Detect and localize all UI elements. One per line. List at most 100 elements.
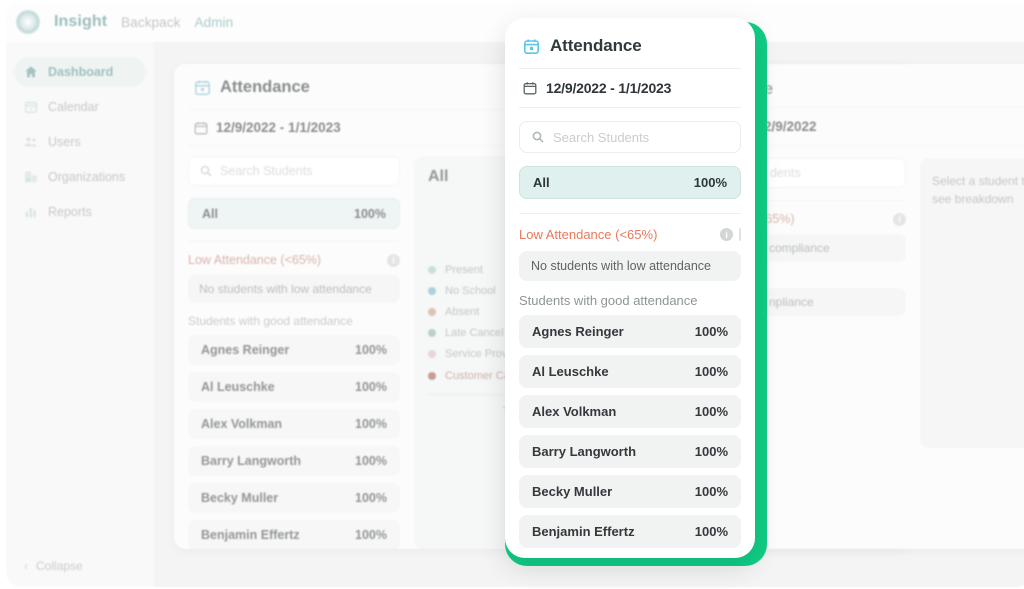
legend-swatch bbox=[428, 371, 436, 380]
sidebar-item-label: Dashboard bbox=[48, 65, 114, 79]
legend-label: Absent bbox=[445, 306, 480, 318]
legend-label: Present bbox=[445, 264, 483, 276]
background-panel-2-title: e bbox=[764, 80, 774, 98]
modal-student-list: Agnes Reinger 100% Al Leuschke 100% Alex… bbox=[519, 315, 741, 548]
insight-logo[interactable] bbox=[16, 10, 40, 34]
table-row[interactable]: Barry Langworth 100% bbox=[519, 435, 741, 468]
student-value: 100% bbox=[355, 343, 387, 357]
student-value: 100% bbox=[694, 524, 728, 539]
calendar-outline-icon bbox=[523, 81, 537, 95]
student-value: 100% bbox=[694, 404, 728, 419]
modal-title: Attendance bbox=[550, 36, 642, 55]
background-low-attendance-header: Low Attendance (<65%) i bbox=[188, 253, 400, 267]
student-value: 100% bbox=[694, 444, 728, 459]
search-icon bbox=[532, 131, 544, 143]
collapse-label: Collapse bbox=[36, 559, 83, 573]
screen-root: Insight Backpack Admin Dashboard Calenda… bbox=[0, 0, 1024, 589]
search-input[interactable]: Search Students bbox=[519, 121, 741, 153]
background-panel-2-search[interactable]: dents bbox=[758, 158, 906, 188]
sidebar-item-reports[interactable]: Reports bbox=[14, 197, 146, 227]
background-search-students-input[interactable]: Search Students bbox=[188, 156, 400, 186]
building-icon bbox=[24, 170, 38, 184]
student-name: Becky Muller bbox=[532, 484, 613, 499]
info-icon[interactable]: i bbox=[387, 253, 400, 267]
info-icon[interactable]: i bbox=[720, 228, 733, 241]
divider bbox=[758, 200, 906, 201]
student-name: Agnes Reinger bbox=[532, 324, 624, 339]
legend-label: Late Cancel bbox=[445, 327, 504, 339]
list-item[interactable]: Alex Volkman 100% bbox=[188, 409, 400, 439]
sidebar-item-label: Organizations bbox=[48, 170, 126, 184]
sidebar: Dashboard Calendar Users Organizations R… bbox=[6, 42, 154, 587]
background-panel-2-pill-1-text: compliance bbox=[769, 241, 830, 255]
modal-low-attendance-empty: No students with low attendance bbox=[519, 251, 741, 281]
background-low-attendance-empty-text: No students with low attendance bbox=[199, 282, 372, 296]
sidebar-item-users[interactable]: Users bbox=[14, 127, 146, 157]
list-item[interactable]: Agnes Reinger 100% bbox=[188, 335, 400, 365]
calendar-outline-icon bbox=[194, 121, 208, 135]
legend-swatch bbox=[428, 287, 436, 295]
sidebar-item-label: Users bbox=[48, 135, 81, 149]
list-item[interactable]: Benjamin Effertz 100% bbox=[188, 520, 400, 549]
bar-chart-icon bbox=[24, 205, 38, 219]
home-icon bbox=[24, 65, 38, 79]
modal-low-attendance-empty-text: No students with low attendance bbox=[531, 259, 711, 273]
nav-link-admin[interactable]: Admin bbox=[194, 15, 233, 30]
nav-link-backpack[interactable]: Backpack bbox=[121, 15, 180, 30]
sidebar-collapse-button[interactable]: ‹ Collapse bbox=[24, 559, 83, 573]
modal-all-row[interactable]: All 100% bbox=[519, 166, 741, 199]
student-value: 100% bbox=[694, 364, 728, 379]
table-row[interactable]: Al Leuschke 100% bbox=[519, 355, 741, 388]
modal-all-value: 100% bbox=[693, 175, 727, 190]
attendance-modal-wrapper: Attendance 12/9/2022 - 1/1/2023 Search S… bbox=[505, 18, 767, 566]
legend-label: No School bbox=[445, 285, 496, 297]
background-panel-2-pill-2: npliance bbox=[758, 288, 906, 316]
legend-swatch bbox=[428, 329, 436, 337]
modal-header: Attendance bbox=[519, 18, 741, 68]
student-value: 100% bbox=[355, 454, 387, 468]
search-placeholder: Search Students bbox=[553, 129, 650, 145]
brand-label[interactable]: Insight bbox=[54, 13, 107, 31]
attendance-modal: Attendance 12/9/2022 - 1/1/2023 Search S… bbox=[505, 18, 755, 558]
background-panel-2-date[interactable]: 2/9/2022 bbox=[758, 107, 1024, 146]
modal-date-range-value: 12/9/2022 - 1/1/2023 bbox=[546, 80, 672, 96]
student-value: 100% bbox=[694, 484, 728, 499]
background-panel-2-pill-1: compliance bbox=[758, 234, 906, 262]
student-name: Alex Volkman bbox=[532, 404, 617, 419]
modal-all-label: All bbox=[533, 175, 550, 190]
background-good-attendance-label: Students with good attendance bbox=[188, 314, 353, 328]
background-all-row[interactable]: All 100% bbox=[188, 198, 400, 229]
modal-date-range-picker[interactable]: 12/9/2022 - 1/1/2023 bbox=[519, 68, 741, 108]
scrollbar-thumb[interactable] bbox=[739, 228, 741, 241]
modal-good-attendance-label: Students with good attendance bbox=[519, 293, 698, 308]
background-panel-2-pill-2-text: npliance bbox=[769, 295, 814, 309]
student-value: 100% bbox=[355, 528, 387, 542]
background-panel-title: Attendance bbox=[220, 78, 310, 96]
legend-swatch bbox=[428, 266, 436, 274]
info-icon[interactable]: i bbox=[893, 212, 906, 226]
background-attendance-panel-2: e 2/9/2022 dents <65%) i compliance npli… bbox=[746, 64, 1024, 549]
calendar-icon bbox=[523, 38, 540, 55]
background-panel-2-empty-state: Select a student to see breakdown bbox=[920, 158, 1024, 448]
modal-low-attendance-header: Low Attendance (<65%) i bbox=[519, 227, 741, 242]
background-low-attendance-label: Low Attendance (<65%) bbox=[188, 253, 322, 267]
list-item[interactable]: Becky Muller 100% bbox=[188, 483, 400, 513]
student-name: Alex Volkman bbox=[201, 417, 283, 431]
background-panel-2-low-header: <65%) i bbox=[758, 212, 906, 226]
table-row[interactable]: Becky Muller 100% bbox=[519, 475, 741, 508]
list-item[interactable]: Barry Langworth 100% bbox=[188, 446, 400, 476]
legend-swatch bbox=[428, 350, 436, 359]
table-row[interactable]: Alex Volkman 100% bbox=[519, 395, 741, 428]
sidebar-item-organizations[interactable]: Organizations bbox=[14, 162, 146, 192]
sidebar-item-label: Calendar bbox=[48, 100, 99, 114]
table-row[interactable]: Agnes Reinger 100% bbox=[519, 315, 741, 348]
student-name: Barry Langworth bbox=[532, 444, 637, 459]
sidebar-item-calendar[interactable]: Calendar bbox=[14, 92, 146, 122]
background-search-placeholder: Search Students bbox=[220, 164, 313, 178]
table-row[interactable]: Benjamin Effertz 100% bbox=[519, 515, 741, 548]
background-panel-2-left: dents <65%) i compliance npliance bbox=[758, 158, 906, 448]
sidebar-item-dashboard[interactable]: Dashboard bbox=[14, 57, 146, 87]
student-name: Al Leuschke bbox=[201, 380, 275, 394]
calendar-icon bbox=[194, 79, 211, 96]
list-item[interactable]: Al Leuschke 100% bbox=[188, 372, 400, 402]
